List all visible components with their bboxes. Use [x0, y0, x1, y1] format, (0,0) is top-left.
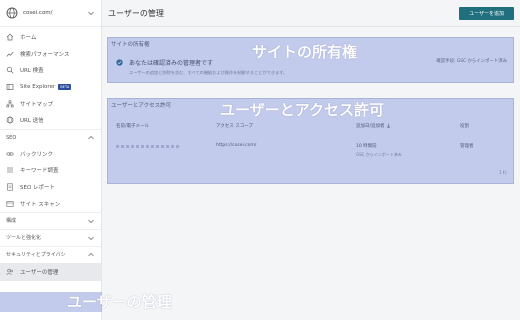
annotation-user-management: ユーザーの管理	[67, 293, 172, 311]
globe-icon	[6, 7, 18, 19]
sidebar-item-keyword-research[interactable]: キーワード調査	[0, 162, 101, 179]
home-icon	[6, 34, 14, 41]
row-added-by: GSC からインポート済み	[356, 152, 402, 157]
section-label: ツールと強化化	[6, 235, 42, 242]
scan-icon	[6, 200, 14, 207]
sort-down-icon	[386, 123, 391, 128]
column-header-added-label: 追加日/追加者	[356, 124, 385, 129]
section-label: セキュリティとプライバシ	[6, 252, 66, 259]
sidebar-item-label: サイト スキャン	[20, 201, 61, 208]
page-header: ユーザーの管理 ユーザーを追加	[102, 0, 520, 27]
sidebar-item-label: キーワード調査	[20, 168, 59, 175]
chevron-up-icon	[88, 252, 94, 257]
sidebar-item-label: Site Explorer BETA	[20, 84, 101, 91]
owner-description: ユーザーの追加と削除を含む、すべての機能および操作を制御することができます。	[129, 70, 288, 75]
sidebar-item-label: URL 送信	[20, 118, 44, 125]
sidebar-item-text: Site Explorer	[20, 84, 56, 91]
owner-status: あなたは確認済みの管理者です	[116, 58, 213, 67]
sidebar-item-user-management[interactable]: ユーザーの管理	[0, 262, 101, 281]
sidebar-item-label: サイトマップ	[20, 101, 54, 108]
annotation-ownership: サイトの所有権	[252, 43, 358, 61]
column-header-role: 役割	[460, 124, 469, 129]
sidebar: cosei.com/ ホーム 検索パフォーマンス URL 検査 Site Exp…	[0, 0, 102, 320]
chevron-down-icon	[88, 236, 94, 241]
sidebar-item-home[interactable]: ホーム	[0, 29, 101, 46]
sidebar-item-label: ホーム	[20, 35, 37, 42]
sidebar-item-label: URL 検査	[20, 68, 44, 75]
list-icon	[7, 168, 13, 173]
sidebar-item-seo-reports[interactable]: SEO レポート	[0, 179, 101, 196]
site-selector[interactable]: cosei.com/	[0, 0, 101, 27]
search-icon	[6, 67, 14, 74]
sidebar-item-site-scan[interactable]: サイト スキャン	[0, 195, 101, 212]
chevron-down-icon	[88, 219, 94, 224]
section-configure[interactable]: 構成	[0, 211, 101, 229]
check-circle-icon	[116, 59, 123, 66]
row-added: 10 時間前	[356, 144, 377, 149]
site-name: cosei.com/	[23, 10, 53, 16]
sidebar-item-label: ユーザーの管理	[20, 269, 59, 276]
column-header-scope: アクセス スコープ	[216, 124, 253, 129]
section-label: SEO	[6, 134, 17, 141]
explorer-icon	[6, 84, 14, 90]
users-icon	[6, 268, 14, 276]
sidebar-item-label: 検索パフォーマンス	[20, 51, 70, 58]
annotation-users: ユーザーとアクセス許可	[220, 101, 384, 119]
page-title: ユーザーの管理	[108, 8, 164, 18]
trend-icon	[6, 51, 14, 57]
globe-icon	[6, 116, 14, 124]
sidebar-item-performance[interactable]: 検索パフォーマンス	[0, 46, 101, 63]
row-count: 1 行	[498, 170, 507, 175]
sidebar-item-site-explorer[interactable]: Site Explorer BETA	[0, 79, 101, 96]
sidebar-item-label: バックリンク	[20, 151, 54, 158]
chevron-down-icon	[88, 11, 94, 16]
beta-badge: BETA	[58, 84, 72, 91]
column-header-added[interactable]: 追加日/追加者	[356, 123, 391, 129]
column-header-name: 名前/電子メール	[116, 124, 150, 129]
sidebar-item-label: SEO レポート	[20, 185, 56, 192]
sidebar-item-backlinks[interactable]: バックリンク	[0, 146, 101, 163]
report-icon	[7, 183, 13, 191]
sidebar-item-sitemaps[interactable]: サイトマップ	[0, 95, 101, 112]
row-role: 管理者	[460, 144, 474, 149]
sidebar-item-url-inspection[interactable]: URL 検査	[0, 62, 101, 79]
sitemap-icon	[6, 100, 14, 107]
owner-status-text: あなたは確認済みの管理者です	[129, 60, 214, 67]
chevron-up-icon	[88, 135, 94, 139]
section-label: 構成	[6, 218, 17, 225]
section-tools[interactable]: ツールと強化化	[0, 228, 101, 246]
redacted-email	[116, 145, 180, 148]
sidebar-item-url-submission[interactable]: URL 送信	[0, 112, 101, 129]
verification-method: 確認手段: GSC からインポート済み	[436, 59, 507, 64]
add-user-button[interactable]: ユーザーを追加	[459, 6, 514, 20]
section-seo[interactable]: SEO	[0, 128, 101, 146]
link-icon	[6, 152, 14, 156]
row-scope: https://cosei.com/	[216, 143, 257, 148]
section-security[interactable]: セキュリティとプライバシ	[0, 245, 101, 263]
